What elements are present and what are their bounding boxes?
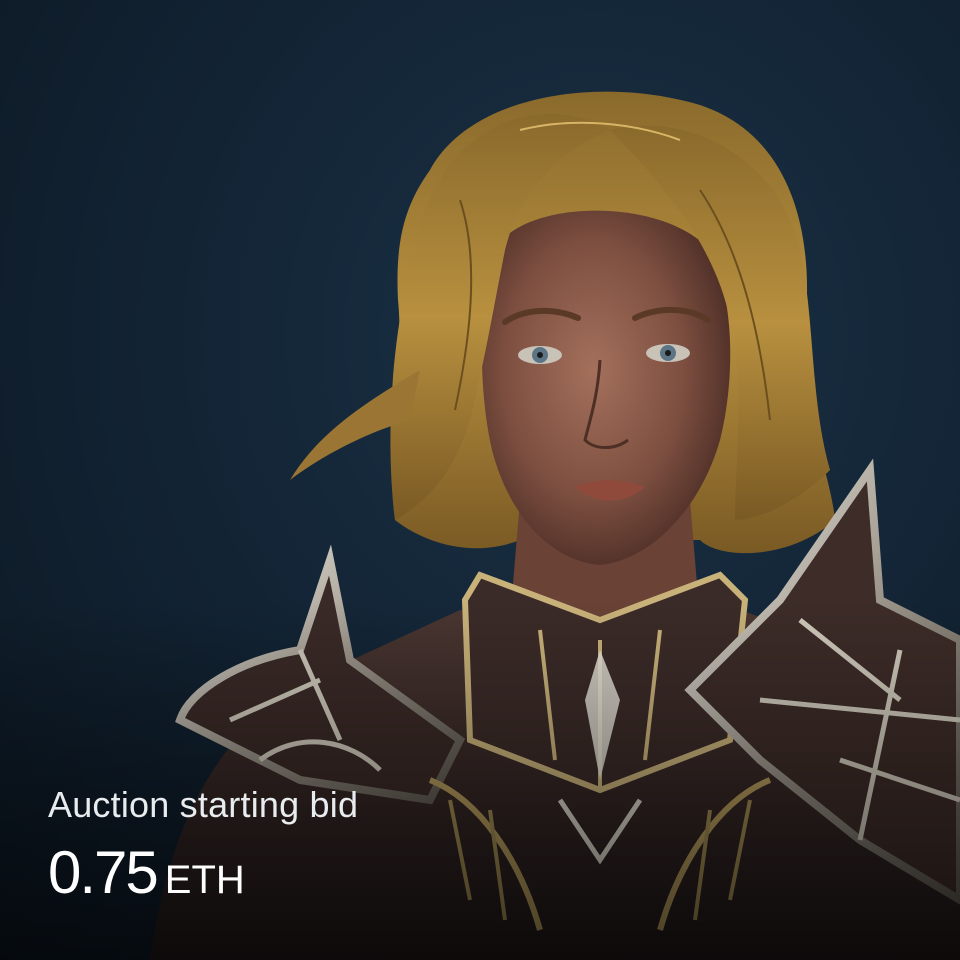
nft-auction-card[interactable]: Auction starting bid 0.75 ETH: [0, 0, 960, 960]
auction-bid-label: Auction starting bid: [48, 784, 359, 825]
bid-amount: 0.75: [48, 839, 159, 906]
bid-currency: ETH: [164, 858, 245, 902]
auction-bid-value: 0.75 ETH: [48, 838, 245, 907]
